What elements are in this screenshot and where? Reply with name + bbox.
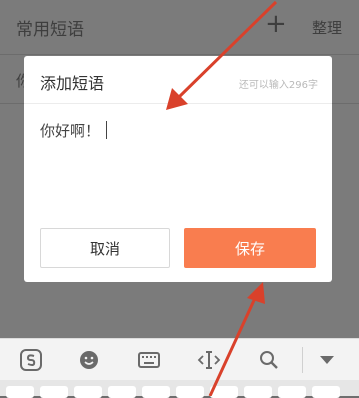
- dialog-title: 添加短语: [40, 74, 105, 93]
- key[interactable]: [244, 386, 272, 398]
- page-header: 常用短语 + 整理: [0, 0, 359, 55]
- phrase-input-value: 你好啊！: [40, 122, 101, 140]
- add-phrase-dialog: 添加短语 还可以输入296字 你好啊！ 取消 保存: [24, 56, 332, 282]
- phrase-input[interactable]: 你好啊！: [40, 120, 108, 141]
- key[interactable]: [142, 386, 170, 398]
- keyboard-toolbar: [0, 338, 359, 381]
- cancel-button[interactable]: 取消: [40, 228, 170, 268]
- key[interactable]: [40, 386, 68, 398]
- toolbar-divider: [302, 347, 303, 373]
- key[interactable]: [176, 386, 204, 398]
- keyboard-icon[interactable]: [136, 347, 162, 373]
- plus-icon[interactable]: +: [265, 11, 287, 37]
- search-icon[interactable]: [256, 347, 282, 373]
- cursor-move-icon[interactable]: [196, 347, 222, 373]
- collapse-icon[interactable]: [314, 347, 340, 373]
- key[interactable]: [278, 386, 306, 398]
- emoji-icon[interactable]: [76, 347, 102, 373]
- manage-button[interactable]: 整理: [312, 17, 342, 38]
- sogou-logo-icon[interactable]: [18, 347, 44, 373]
- key[interactable]: [312, 386, 340, 398]
- char-counter: 还可以输入296字: [238, 80, 318, 91]
- key[interactable]: [108, 386, 136, 398]
- key[interactable]: [210, 386, 238, 398]
- key[interactable]: [6, 386, 34, 398]
- dialog-divider: [24, 103, 332, 104]
- keyboard-keys: [0, 380, 359, 398]
- page-title: 常用短语: [16, 20, 84, 40]
- key[interactable]: [74, 386, 102, 398]
- save-button[interactable]: 保存: [184, 228, 316, 268]
- text-caret: [106, 121, 108, 139]
